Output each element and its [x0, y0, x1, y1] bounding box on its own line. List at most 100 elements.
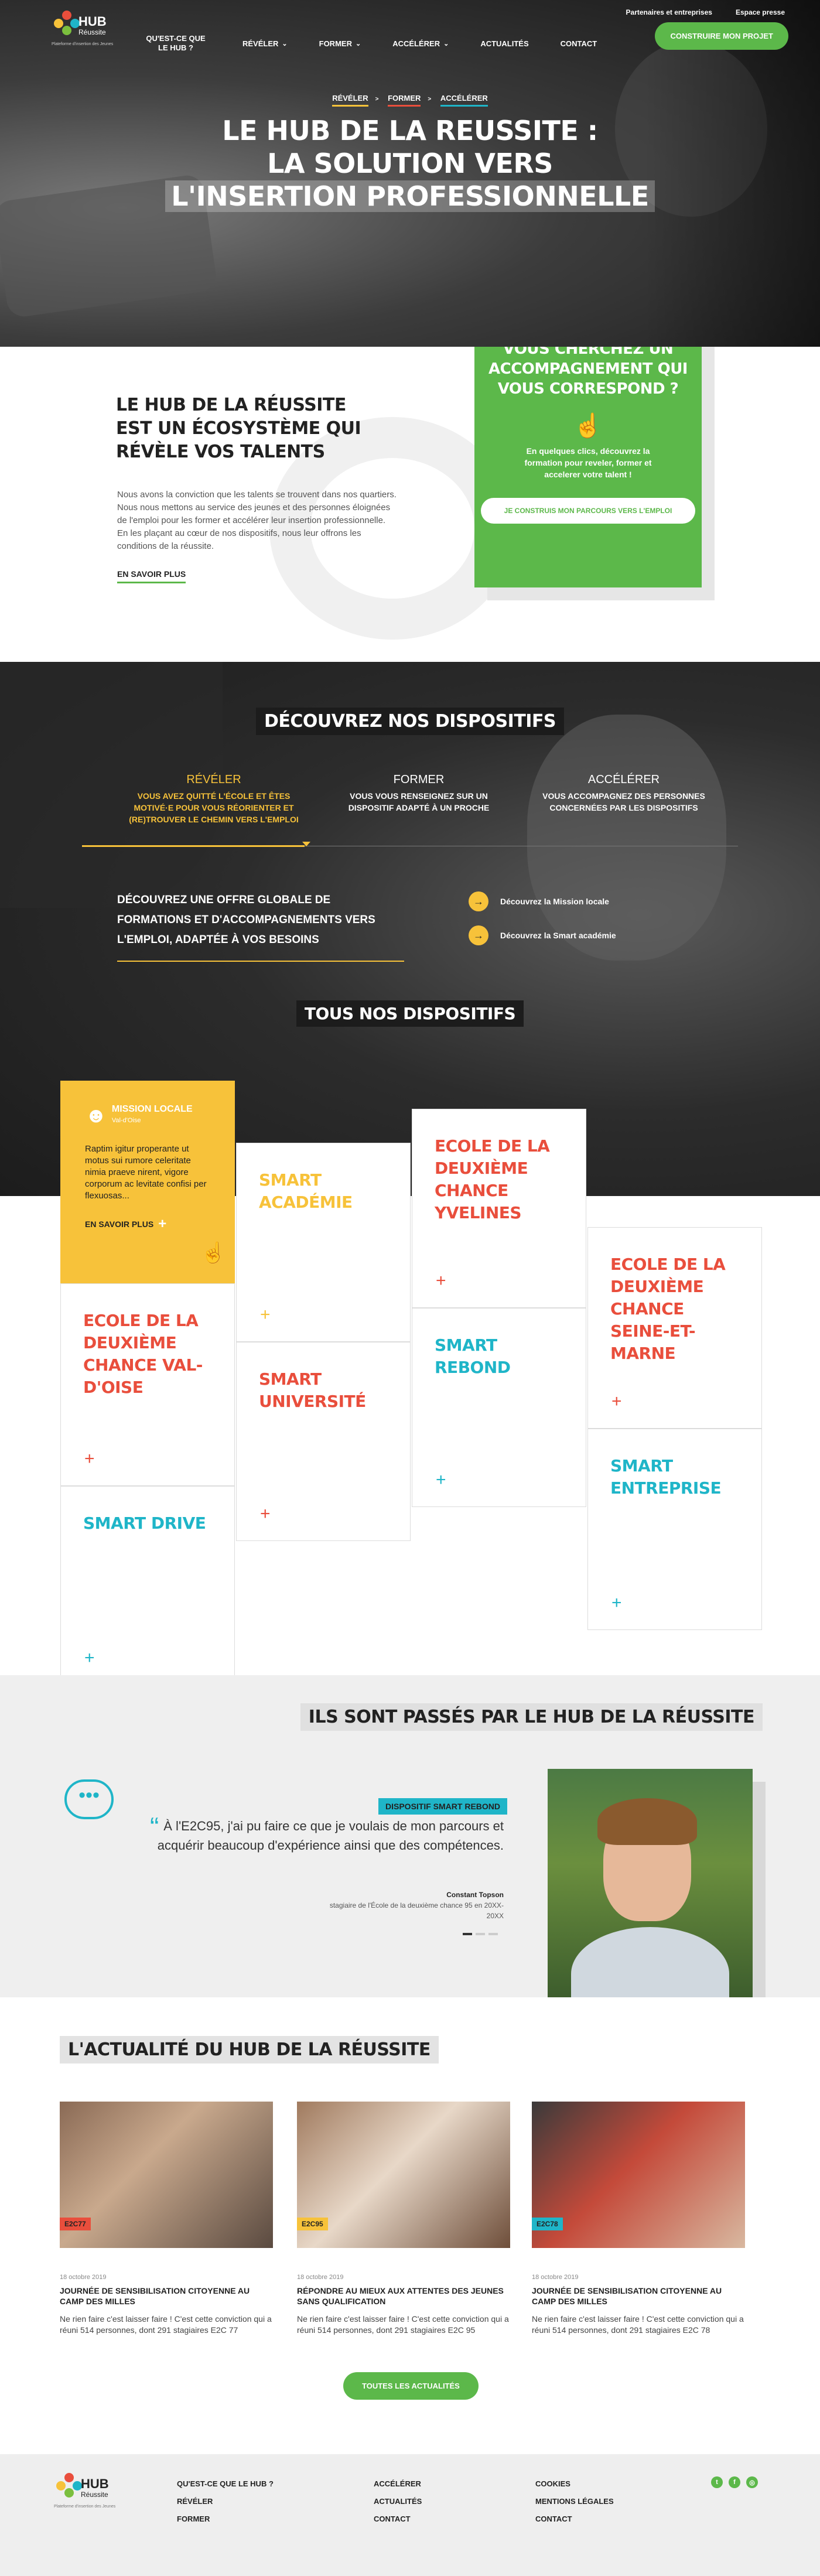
logo-icon	[54, 11, 80, 36]
accompaniment-title: VOUS CHERCHEZ UN ACCOMPAGNEMENT QUI VOUS…	[488, 347, 688, 398]
site-logo[interactable]: HUB Réussite Plateforme d'insertion des J…	[52, 11, 113, 57]
plus-icon: +	[260, 1504, 271, 1523]
press-link[interactable]: Espace presse	[736, 8, 785, 16]
testimonial-title: ILS SONT PASSÉS PAR LE HUB DE LA RÉUSSIT…	[300, 1703, 763, 1731]
news-card[interactable]: E2C95 18 octobre 2019 RÉPONDRE AU MIEUX …	[297, 2102, 510, 2336]
chevron-down-icon: ⌄	[282, 40, 288, 47]
footer-link[interactable]: ACTUALITÉS	[374, 2493, 422, 2510]
partners-link[interactable]: Partenaires et entreprises	[626, 8, 712, 16]
breadcrumb-accelerer[interactable]: ACCÉLÉRER	[440, 94, 488, 107]
logo-icon	[56, 2473, 82, 2499]
footer: HUB Réussite Plateforme d'insertion des J…	[0, 2454, 820, 2576]
card-mission-locale[interactable]: ☻ MISSION LOCALE Val-d'Oise Raptim igitur …	[60, 1081, 235, 1283]
click-icon: ☝	[573, 413, 603, 439]
accompaniment-text: En quelques clics, découvrez la formatio…	[524, 446, 652, 479]
testimonial-quote: “À l'E2C95, j'ai pu faire ce que je voul…	[149, 1812, 504, 1853]
mission-locale-logo: ☻ MISSION LOCALE Val-d'Oise	[85, 1102, 193, 1127]
card-smart-drive[interactable]: SMART DRIVE +	[60, 1486, 235, 1685]
testimonial-author: Constant Topson stagiaire de l'École de …	[329, 1891, 504, 1920]
news-card[interactable]: E2C77 18 octobre 2019 JOURNÉE DE SENSIBI…	[60, 2102, 273, 2336]
intro-section: LE HUB DE LA RÉUSSITE EST UN ÉCOSYSTÈME …	[0, 347, 820, 662]
build-path-button[interactable]: JE CONSTRUIS MON PARCOURS VERS L'EMPLOI	[480, 498, 696, 524]
footer-link[interactable]: CONTACT	[535, 2510, 614, 2528]
plus-icon: +	[611, 1392, 622, 1411]
footer-col-1: QU'EST-CE QUE LE HUB ? RÉVÉLER FORMER	[177, 2475, 274, 2528]
nav-item-hub[interactable]: QU'EST-CE QUE LE HUB ?	[141, 34, 211, 53]
arrow-right-icon: →	[469, 925, 488, 945]
plus-icon: +	[260, 1305, 271, 1324]
smart-academie-link[interactable]: → Découvrez la Smart académie	[469, 925, 616, 945]
dispositif-links: → Découvrez la Mission locale → Découvrez …	[469, 891, 616, 959]
dispositifs-tabs: RÉVÉLER VOUS AVEZ QUITTÉ L'ÉCOLE ET ÊTES…	[111, 773, 726, 825]
card-smart-rebond[interactable]: SMART REBOND +	[412, 1308, 586, 1507]
hero: Partenaires et entreprises Espace presse…	[0, 0, 820, 347]
tab-reveler[interactable]: RÉVÉLER VOUS AVEZ QUITTÉ L'ÉCOLE ET ÊTES…	[111, 773, 316, 825]
twitter-icon[interactable]: t	[711, 2476, 723, 2488]
topbar: Partenaires et entreprises Espace presse	[626, 8, 785, 16]
footer-col-2: ACCÉLÉRER ACTUALITÉS CONTACT	[374, 2475, 422, 2528]
footer-link[interactable]: FORMER	[177, 2510, 274, 2528]
intro-text: Nous avons la conviction que les talents…	[117, 490, 397, 551]
plus-icon: +	[436, 1271, 446, 1290]
card-e2c-seine-et-marne[interactable]: ECOLE DE LA DEUXIÈME CHANCE SEINE-ET-MAR…	[587, 1227, 762, 1429]
breadcrumb-former[interactable]: FORMER	[388, 94, 421, 107]
all-news-button[interactable]: TOUTES LES ACTUALITÉS	[343, 2372, 479, 2400]
news-image: E2C77	[60, 2102, 273, 2248]
pointer-cursor-icon: ☝	[201, 1242, 226, 1264]
dispositifs-title: DÉCOUVREZ NOS DISPOSITIFS	[0, 708, 820, 735]
news-image: E2C95	[297, 2102, 510, 2248]
plus-icon: +	[611, 1593, 622, 1612]
main-nav: QU'EST-CE QUE LE HUB ? RÉVÉLER ⌄ FORMER ⌄ …	[141, 34, 628, 53]
plus-icon: +	[158, 1216, 167, 1232]
footer-link[interactable]: COOKIES	[535, 2475, 614, 2493]
footer-link[interactable]: ACCÉLÉRER	[374, 2475, 422, 2493]
footer-link[interactable]: RÉVÉLER	[177, 2493, 274, 2510]
breadcrumb-reveler[interactable]: RÉVÉLER	[332, 94, 368, 107]
plus-icon: +	[84, 1449, 95, 1468]
card-smart-universite[interactable]: SMART UNIVERSITÉ +	[236, 1342, 411, 1541]
card-smart-entreprise[interactable]: SMART ENTREPRISE +	[587, 1429, 762, 1630]
breadcrumb: RÉVÉLER > FORMER > ACCÉLÉRER	[0, 94, 820, 107]
all-dispositifs-title: TOUS NOS DISPOSITIFS	[0, 1000, 820, 1027]
instagram-icon[interactable]: ◎	[746, 2476, 758, 2488]
facebook-icon[interactable]: f	[729, 2476, 740, 2488]
hero-title: LE HUB DE LA REUSSITE : LA SOLUTION VERS…	[0, 114, 820, 213]
news-card[interactable]: E2C78 18 octobre 2019 JOURNÉE DE SENSIBI…	[532, 2102, 745, 2336]
nav-item-accelerer[interactable]: ACCÉLÉRER ⌄	[392, 39, 449, 48]
chevron-down-icon: ⌄	[355, 40, 361, 47]
plus-icon: +	[84, 1648, 95, 1668]
mission-locale-link[interactable]: → Découvrez la Mission locale	[469, 891, 616, 911]
card-smart-academie[interactable]: SMART ACADÉMIE +	[236, 1143, 411, 1342]
footer-col-3: COOKIES MENTIONS LÉGALES CONTACT	[535, 2475, 614, 2528]
card-e2c-yvelines[interactable]: ECOLE DE LA DEUXIÈME CHANCE YVELINES +	[412, 1109, 586, 1308]
testimonial-dispositif-label: DISPOSITIF SMART REBOND	[378, 1798, 508, 1815]
social-links: t f ◎	[711, 2476, 758, 2488]
chevron-down-icon: ⌄	[443, 40, 449, 47]
offer-text: DÉCOUVREZ UNE OFFRE GLOBALE DE FORMATION…	[117, 894, 375, 946]
card-e2c-val-d-oise[interactable]: ECOLE DE LA DEUXIÈME CHANCE VAL-D'OISE +	[60, 1283, 235, 1486]
news-section: L'ACTUALITÉ DU HUB DE LA RÉUSSITE E2C77 …	[0, 1997, 820, 2454]
footer-logo[interactable]: HUB Réussite Plateforme d'insertion des J…	[54, 2473, 115, 2520]
news-title: L'ACTUALITÉ DU HUB DE LA RÉUSSITE	[60, 2036, 439, 2063]
chat-bubble-icon: •••	[64, 1779, 114, 1819]
mission-locale-more[interactable]: EN SAVOIR PLUS +	[85, 1216, 210, 1232]
nav-item-contact[interactable]: CONTACT	[561, 39, 597, 48]
nav-item-actualites[interactable]: ACTUALITÉS	[480, 39, 528, 48]
footer-link[interactable]: QU'EST-CE QUE LE HUB ?	[177, 2475, 274, 2493]
testimonial-section: ILS SONT PASSÉS PAR LE HUB DE LA RÉUSSIT…	[0, 1675, 820, 2006]
mission-locale-text: Raptim igitur properante ut motus sui ru…	[85, 1144, 207, 1201]
intro-more-link[interactable]: EN SAVOIR PLUS	[117, 569, 186, 583]
tab-accelerer[interactable]: ACCÉLÉRER VOUS ACCOMPAGNEZ DES PERSONNES…	[521, 773, 726, 825]
tab-former[interactable]: FORMER VOUS VOUS RENSEIGNEZ SUR UN DISPO…	[316, 773, 521, 825]
nav-item-former[interactable]: FORMER ⌄	[319, 39, 361, 48]
logo-tagline: Plateforme d'insertion des Jeunes	[52, 42, 114, 46]
footer-link[interactable]: CONTACT	[374, 2510, 422, 2528]
footer-link[interactable]: MENTIONS LÉGALES	[535, 2493, 614, 2510]
build-project-button[interactable]: CONSTRUIRE MON PROJET	[655, 22, 788, 50]
intro-title: LE HUB DE LA RÉUSSITE EST UN ÉCOSYSTÈME …	[116, 395, 361, 462]
arrow-right-icon: →	[469, 891, 488, 911]
nav-item-reveler[interactable]: RÉVÉLER ⌄	[242, 39, 288, 48]
news-image: E2C78	[532, 2102, 745, 2248]
carousel-dots[interactable]	[463, 1933, 498, 1935]
dispositifs-grid: ☻ MISSION LOCALE Val-d'Oise Raptim igitur …	[0, 1081, 820, 1685]
